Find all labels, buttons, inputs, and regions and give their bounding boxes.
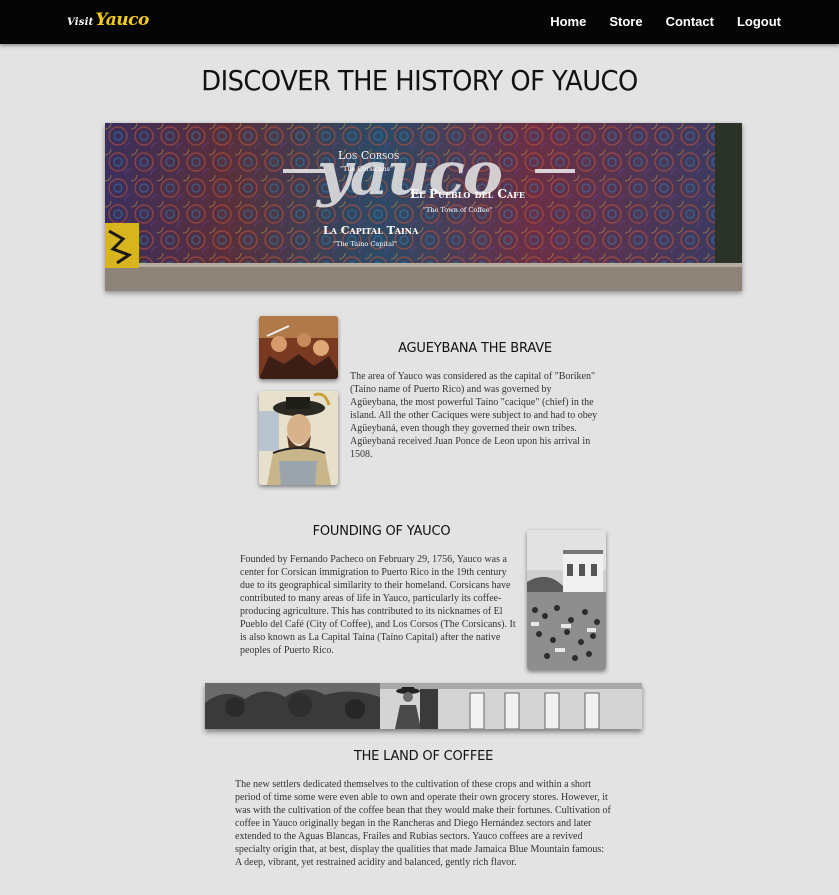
logo-yauco-text: Yauco [95,10,149,30]
hero-capital-taina-sub: "The Taino Capital" [333,240,398,248]
nav-home-link[interactable]: Home [550,14,586,29]
coffee-title: THE LAND OF COFFEE [353,749,494,764]
site-logo[interactable]: Visit Yauco [67,10,149,34]
top-navbar: Visit Yauco Home Store Contact Logout [0,0,839,44]
founding-title: FOUNDING OF YAUCO [312,524,451,539]
hero-los-corsos: Los Corsos [338,149,400,162]
hero-pueblo-cafe-sub: "The Town of Coffee" [423,206,493,214]
agueybana-text: The area of Yauco was considered as the … [350,371,598,460]
page-title: DISCOVER THE HISTORY OF YAUCO [201,64,638,97]
logo-visit-text: Visit [67,17,94,28]
hero-mural-image: yauco Los Corsos "The Corsicans" El Pueb… [105,123,742,291]
agueybana-title: AGUEYBANA THE BRAVE [398,341,552,356]
coffee-text: The new settlers dedicated themselves to… [235,779,611,868]
coffee-banner-photo [205,683,642,729]
historic-plaza-photo [527,530,606,670]
hero-capital-taina: La Capital Taina [323,224,419,237]
battle-painting-image [259,316,338,379]
nav-contact-link[interactable]: Contact [666,14,714,29]
hero-los-corsos-sub: "The Corsicans" [340,165,393,173]
founding-text: Founded by Fernando Pacheco on February … [240,554,516,656]
nav-links: Home Store Contact Logout [527,14,781,29]
hero-pueblo-cafe: El Pueblo del Cafe [410,187,525,201]
nav-store-link[interactable]: Store [609,14,642,29]
nav-logout-link[interactable]: Logout [737,14,781,29]
conquistador-portrait-image [259,391,338,485]
